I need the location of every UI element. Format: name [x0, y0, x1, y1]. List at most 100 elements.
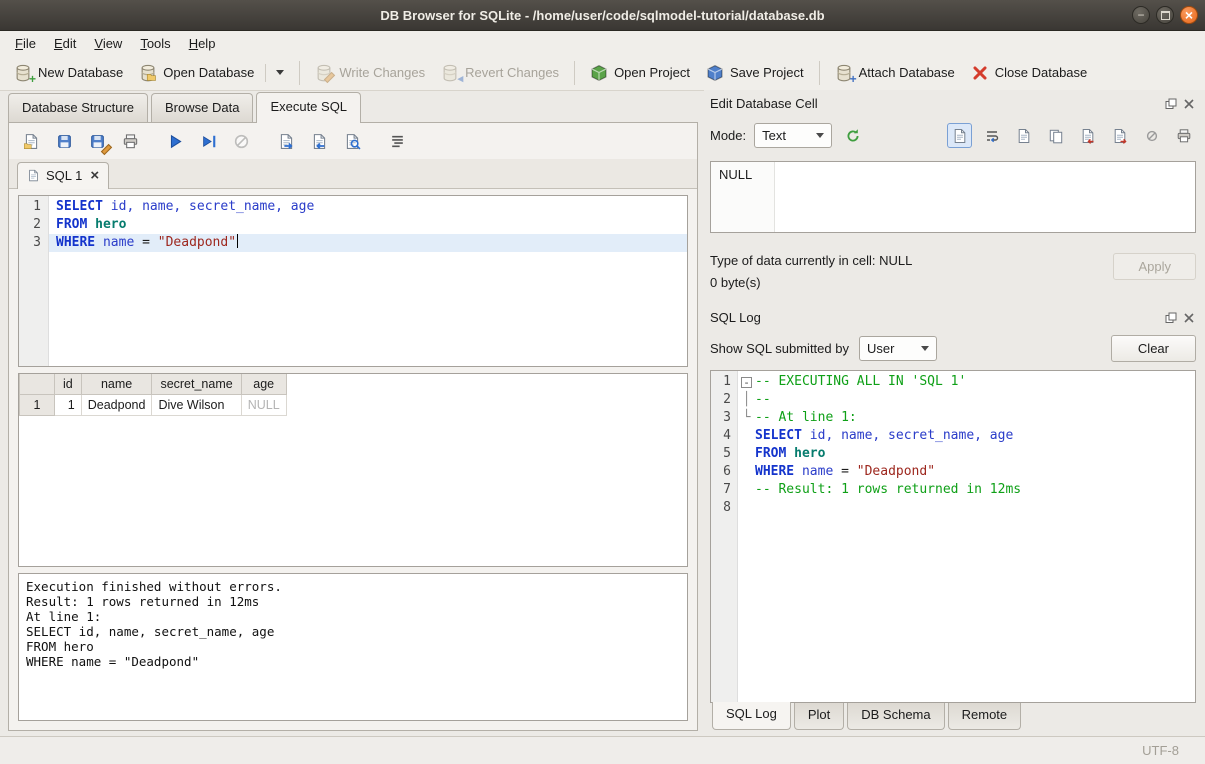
- editor-text-area[interactable]: SELECT id, name, secret_name, age FROM h…: [49, 196, 687, 366]
- left-pane: Database Structure Browse Data Execute S…: [0, 90, 704, 736]
- close-window-button[interactable]: [1180, 6, 1198, 24]
- edit-cell-header: Edit Database Cell: [710, 93, 1196, 114]
- maximize-button[interactable]: [1156, 6, 1174, 24]
- log-line: [738, 499, 1195, 517]
- minimize-button[interactable]: [1132, 6, 1150, 24]
- format-sql-button[interactable]: [385, 129, 410, 154]
- attach-database-button[interactable]: Attach Database: [827, 59, 963, 87]
- tab-execute-sql[interactable]: Execute SQL: [256, 92, 361, 123]
- sql-tab-bar: SQL 1: [9, 159, 697, 189]
- mode-value: Text: [762, 128, 786, 143]
- new-database-icon: [14, 64, 32, 82]
- apply-button[interactable]: Apply: [1113, 253, 1196, 280]
- log-filter-select[interactable]: User: [859, 336, 937, 361]
- sql-tab-1[interactable]: SQL 1: [17, 162, 109, 189]
- revert-changes-button[interactable]: Revert Changes: [433, 59, 567, 87]
- open-database-label: Open Database: [163, 65, 254, 80]
- close-panel-icon[interactable]: [1182, 97, 1196, 111]
- encoding-indicator: UTF-8: [1142, 743, 1179, 758]
- menu-file[interactable]: File: [6, 33, 45, 54]
- chevron-down-icon: [921, 346, 929, 351]
- main-tab-bar: Database Structure Browse Data Execute S…: [0, 90, 704, 122]
- close-database-button[interactable]: Close Database: [963, 59, 1096, 87]
- set-null-button[interactable]: [1139, 123, 1164, 148]
- output-line: SELECT id, name, secret_name, age: [26, 624, 680, 639]
- results-table: id name secret_name age 1 1 Deadpond Div…: [19, 374, 287, 416]
- save-sql-file-button[interactable]: [52, 129, 77, 154]
- mode-select[interactable]: Text: [754, 123, 832, 148]
- cell-editor[interactable]: NULL: [710, 161, 1196, 233]
- cell-secret-name[interactable]: Dive Wilson: [152, 395, 241, 416]
- execute-current-line-button[interactable]: [196, 129, 221, 154]
- save-sql-as-button[interactable]: [85, 129, 110, 154]
- dock-tab-remote[interactable]: Remote: [948, 703, 1022, 730]
- close-panel-icon[interactable]: [1182, 311, 1196, 325]
- log-text-area: --- EXECUTING ALL IN 'SQL 1' │-- └-- At …: [738, 371, 1195, 702]
- results-header-row: id name secret_name age: [20, 374, 287, 395]
- clear-log-button[interactable]: Clear: [1111, 335, 1196, 362]
- copy-button[interactable]: [1043, 123, 1068, 148]
- menu-view[interactable]: View: [85, 33, 131, 54]
- import-sql-button[interactable]: [307, 129, 332, 154]
- execution-output[interactable]: Execution finished without errors. Resul…: [18, 573, 688, 721]
- undock-panel-icon[interactable]: [1164, 311, 1178, 325]
- stop-execution-button[interactable]: [229, 129, 254, 154]
- word-wrap-button[interactable]: [979, 123, 1004, 148]
- log-line: -- Result: 1 rows returned in 12ms: [738, 481, 1195, 499]
- cell-age[interactable]: NULL: [241, 395, 286, 416]
- write-changes-button[interactable]: Write Changes: [307, 59, 433, 87]
- cell-id[interactable]: 1: [55, 395, 82, 416]
- execute-all-button[interactable]: [163, 129, 188, 154]
- dock-tab-db-schema[interactable]: DB Schema: [847, 703, 944, 730]
- column-header-age[interactable]: age: [241, 374, 286, 395]
- close-sql-tab-icon[interactable]: [90, 168, 99, 183]
- open-project-icon: [590, 64, 608, 82]
- sql-editor[interactable]: 1 2 3 SELECT id, name, secret_name, age …: [18, 195, 688, 367]
- cell-name[interactable]: Deadpond: [81, 395, 152, 416]
- cell-editor-toolbar: Mode: Text: [710, 122, 1196, 149]
- open-database-dropdown-icon[interactable]: [276, 70, 284, 75]
- chevron-down-icon: [816, 133, 824, 138]
- fold-marker-icon[interactable]: -: [741, 377, 752, 388]
- log-filter-value: User: [867, 341, 894, 356]
- undock-panel-icon[interactable]: [1164, 97, 1178, 111]
- column-header-name[interactable]: name: [81, 374, 152, 395]
- print-cell-button[interactable]: [1171, 123, 1196, 148]
- edit-cell-title: Edit Database Cell: [710, 96, 1160, 111]
- open-database-button[interactable]: Open Database: [131, 59, 292, 87]
- column-header-id[interactable]: id: [55, 374, 82, 395]
- maximize-icon: [1161, 11, 1170, 20]
- export-sql-button[interactable]: [274, 129, 299, 154]
- titlebar[interactable]: DB Browser for SQLite - /home/user/code/…: [0, 0, 1205, 31]
- sql-toolbar: [9, 123, 697, 159]
- import-from-file-button[interactable]: [1075, 123, 1100, 148]
- open-project-button[interactable]: Open Project: [582, 59, 698, 87]
- menu-edit[interactable]: Edit: [45, 33, 85, 54]
- open-document-button[interactable]: [1011, 123, 1036, 148]
- table-row[interactable]: 1 1 Deadpond Dive Wilson NULL: [20, 395, 287, 416]
- log-line: └-- At line 1:: [738, 409, 1195, 427]
- sql-log-view[interactable]: 1 2 3 4 5 6 7 8 --- EXECUTING ALL IN 'SQ…: [710, 370, 1196, 703]
- menu-tools[interactable]: Tools: [131, 33, 179, 54]
- code-line: SELECT id, name, secret_name, age: [49, 198, 687, 216]
- output-line: Execution finished without errors.: [26, 579, 680, 594]
- new-database-button[interactable]: New Database: [6, 59, 131, 87]
- find-replace-button[interactable]: [340, 129, 365, 154]
- log-line: │--: [738, 391, 1195, 409]
- export-to-file-button[interactable]: [1107, 123, 1132, 148]
- open-sql-file-button[interactable]: [19, 129, 44, 154]
- column-header-secret-name[interactable]: secret_name: [152, 374, 241, 395]
- tab-database-structure[interactable]: Database Structure: [8, 93, 148, 122]
- dock-tab-plot[interactable]: Plot: [794, 703, 844, 730]
- write-changes-icon: [315, 64, 333, 82]
- cell-meta-row: Type of data currently in cell: NULL 0 b…: [710, 253, 1196, 290]
- text-mode-button[interactable]: [947, 123, 972, 148]
- cell-editor-body[interactable]: [775, 162, 1195, 232]
- auto-format-button[interactable]: [840, 123, 865, 148]
- save-project-button[interactable]: Save Project: [698, 59, 812, 87]
- menu-help[interactable]: Help: [180, 33, 225, 54]
- tab-browse-data[interactable]: Browse Data: [151, 93, 253, 122]
- text-cursor: [237, 234, 238, 248]
- dock-tab-sql-log[interactable]: SQL Log: [712, 702, 791, 730]
- print-sql-button[interactable]: [118, 129, 143, 154]
